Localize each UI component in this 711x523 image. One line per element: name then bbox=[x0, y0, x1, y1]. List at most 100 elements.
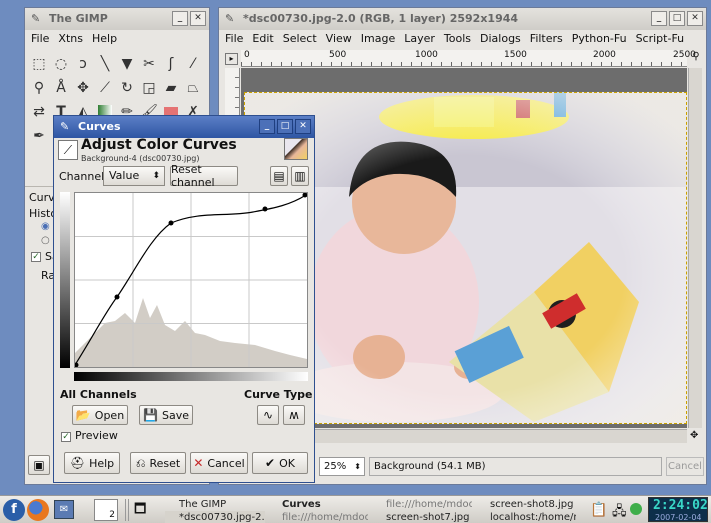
vertical-gradient-bar bbox=[60, 192, 70, 368]
scissors-icon[interactable]: ✂ bbox=[139, 54, 159, 74]
menu-tools[interactable]: Tools bbox=[444, 30, 471, 48]
radio-linear[interactable]: ◉ bbox=[41, 221, 50, 232]
zoom-lens-icon[interactable]: ⚲ bbox=[689, 51, 703, 65]
menu-select[interactable]: Select bbox=[283, 30, 317, 48]
measure-icon[interactable]: Å bbox=[51, 78, 71, 98]
toolbox-menu-help[interactable]: Help bbox=[92, 30, 117, 48]
firefox-icon[interactable] bbox=[27, 499, 49, 521]
curves-heading: Adjust Color Curves bbox=[81, 137, 237, 153]
toolbox-minimize-icon[interactable]: _ bbox=[172, 11, 188, 26]
minimize-icon[interactable]: _ bbox=[651, 11, 667, 26]
curve-point[interactable] bbox=[262, 206, 268, 212]
fedora-launcher-icon[interactable]: f bbox=[3, 499, 25, 521]
curve-graph[interactable] bbox=[73, 192, 308, 368]
scale-icon[interactable]: ◲ bbox=[139, 78, 159, 98]
workspace-switcher[interactable]: 2 bbox=[94, 499, 118, 521]
image-window-titlebar[interactable]: ✎ *dsc00730.jpg-2.0 (RGB, 1 layer) 2592x… bbox=[219, 8, 706, 30]
curves-maximize-icon[interactable]: □ bbox=[277, 119, 293, 134]
task-curves[interactable]: Curves bbox=[268, 498, 368, 511]
ruler-mark-500: 500 bbox=[329, 50, 347, 60]
open-button[interactable]: 📂 Open bbox=[72, 405, 128, 425]
log-histogram-button[interactable]: ▥ bbox=[291, 166, 309, 186]
lasso-icon[interactable]: ↄ bbox=[73, 54, 93, 74]
network-icon[interactable]: 🖧 bbox=[612, 502, 627, 523]
menu-layer[interactable]: Layer bbox=[404, 30, 435, 48]
curve-type-label: Curve Type bbox=[244, 388, 313, 401]
toolbox-menu-xtns[interactable]: Xtns bbox=[58, 30, 83, 48]
menu-view[interactable]: View bbox=[326, 30, 352, 48]
task-file-1-label: file:///home/mdoob bbox=[386, 499, 472, 510]
cancel-button[interactable]: ✕ Cancel bbox=[190, 452, 248, 474]
shear-icon[interactable]: ▰ bbox=[161, 78, 181, 98]
linear-histogram-button[interactable]: ▤ bbox=[270, 166, 288, 186]
ellipse-select-icon[interactable]: ◌ bbox=[51, 54, 71, 74]
maximize-icon[interactable]: □ bbox=[669, 11, 685, 26]
move-icon[interactable]: ✥ bbox=[73, 78, 93, 98]
menu-python-fu[interactable]: Python-Fu bbox=[572, 30, 627, 48]
ink-icon[interactable]: ✒ bbox=[29, 126, 49, 146]
menu-dialogs[interactable]: Dialogs bbox=[480, 30, 521, 48]
menu-script-fu[interactable]: Script-Fu bbox=[636, 30, 685, 48]
show-desktop-icon[interactable]: 🗖 bbox=[134, 500, 152, 520]
ok-button[interactable]: ✔ OK bbox=[252, 452, 308, 474]
preview-checkbox[interactable]: ✓ bbox=[61, 432, 71, 442]
rect-select-icon[interactable]: ⬚ bbox=[29, 54, 49, 74]
magnify-icon[interactable]: ⚲ bbox=[29, 78, 49, 98]
reset-channel-button[interactable]: Reset channel bbox=[170, 163, 238, 189]
menu-arrow-button[interactable]: ▸ bbox=[225, 53, 238, 65]
curve-point[interactable] bbox=[168, 220, 174, 226]
menu-file[interactable]: File bbox=[225, 30, 243, 48]
toolbox-close-icon[interactable]: ✕ bbox=[190, 11, 206, 26]
perspective-icon[interactable]: ⏢ bbox=[183, 78, 203, 98]
curves-close-icon[interactable]: ✕ bbox=[295, 119, 311, 134]
freehand-curve-button[interactable]: ʍ bbox=[283, 405, 305, 425]
update-icon[interactable] bbox=[630, 503, 642, 515]
crop-icon[interactable]: ⟋ bbox=[95, 78, 115, 98]
rotate-icon[interactable]: ↻ bbox=[117, 78, 137, 98]
menu-edit[interactable]: Edit bbox=[252, 30, 273, 48]
task-file-2[interactable]: file:///home/mdoob bbox=[268, 511, 368, 523]
mail-icon[interactable]: ✉ bbox=[54, 500, 74, 519]
smooth-curve-button[interactable]: ∿ bbox=[257, 405, 279, 425]
channel-select[interactable]: Value ⬍ bbox=[103, 166, 165, 186]
radio-log[interactable]: ○ bbox=[41, 235, 50, 246]
color-select-icon[interactable]: ▼ bbox=[117, 54, 137, 74]
save-button[interactable]: 💾 Save bbox=[139, 405, 193, 425]
task-screen8[interactable]: screen-shot8.jpg - bbox=[476, 498, 576, 511]
menu-filters[interactable]: Filters bbox=[530, 30, 563, 48]
layer-status: Background (54.1 MB) bbox=[369, 457, 662, 476]
curves-minimize-icon[interactable]: _ bbox=[259, 119, 275, 134]
toolbox-bottom-button[interactable]: ▣ bbox=[28, 455, 50, 475]
preview-label[interactable]: Preview bbox=[75, 429, 118, 442]
fuzzy-select-icon[interactable]: ╲ bbox=[95, 54, 115, 74]
close-icon[interactable]: ✕ bbox=[687, 11, 703, 26]
task-screen7[interactable]: screen-shot7.jpg - bbox=[372, 511, 472, 523]
sample-merged-checkbox[interactable]: ✓ bbox=[31, 252, 41, 262]
toolbox-title: The GIMP bbox=[49, 12, 108, 25]
task-gimp[interactable]: The GIMP bbox=[165, 498, 265, 511]
toolbox-menu-file[interactable]: File bbox=[31, 30, 49, 48]
vertical-scrollbar[interactable] bbox=[688, 68, 702, 428]
clipboard-icon[interactable]: 📋 bbox=[590, 502, 607, 518]
reset-button[interactable]: ⎌ Reset bbox=[130, 452, 186, 474]
help-label: Help bbox=[89, 456, 115, 470]
color-picker-icon[interactable]: ⁄ bbox=[183, 54, 203, 74]
task-file-1[interactable]: file:///home/mdoob bbox=[372, 498, 472, 511]
paths-icon[interactable]: ʃ bbox=[161, 54, 181, 74]
menu-image[interactable]: Image bbox=[361, 30, 395, 48]
curves-titlebar[interactable]: ✎ Curves _ □ ✕ bbox=[54, 116, 314, 138]
help-button[interactable]: ⛑ Help bbox=[64, 452, 120, 474]
task-image[interactable]: *dsc00730.jpg-2.0 bbox=[165, 511, 265, 523]
zoom-value: 25% bbox=[324, 461, 347, 472]
ruler-mark-1000: 1000 bbox=[415, 50, 438, 60]
linear-histogram-icon: ▤ bbox=[273, 169, 285, 183]
task-localhost[interactable]: localhost:/home/m bbox=[476, 511, 576, 523]
clock[interactable]: 2:24:02 2007-02-04 bbox=[648, 497, 708, 522]
flip-icon[interactable]: ⇄ bbox=[29, 102, 49, 122]
status-cancel-button[interactable]: Cancel bbox=[666, 457, 704, 476]
toolbox-titlebar[interactable]: ✎ The GIMP _ ✕ bbox=[25, 8, 209, 30]
navigate-icon[interactable]: ✥ bbox=[690, 429, 702, 443]
zoom-select[interactable]: 25% ⬍ bbox=[319, 457, 365, 476]
cancel-icon: ✕ bbox=[193, 456, 204, 470]
curve-point[interactable] bbox=[114, 294, 120, 300]
